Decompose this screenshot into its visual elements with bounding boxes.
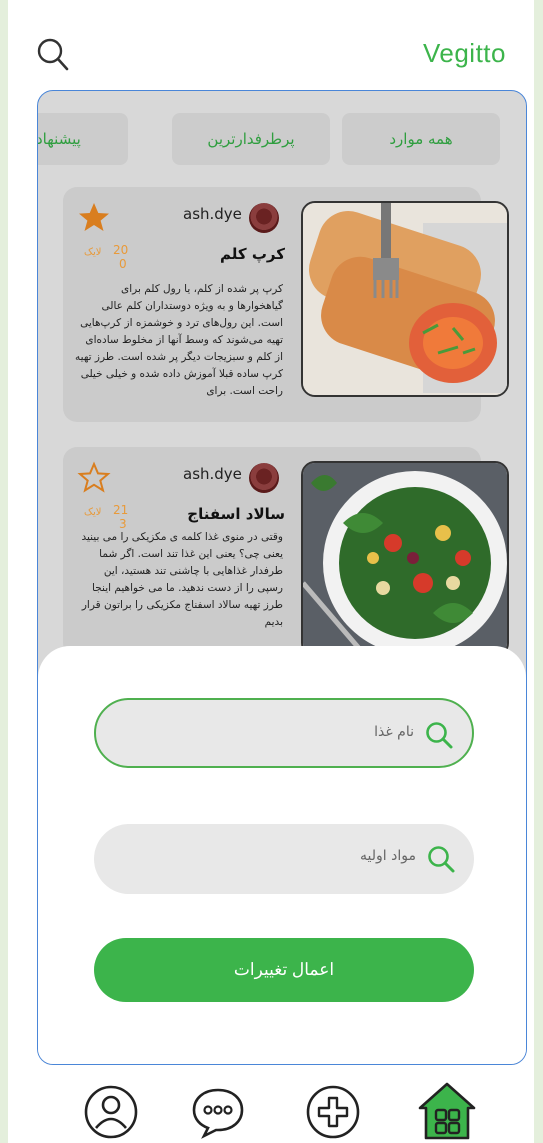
recipe-card[interactable]: ash.dye سالاد اسفناج 21 لایک 3 وقتی در م…	[63, 447, 509, 657]
user-icon[interactable]	[83, 1084, 139, 1140]
likes-label: لایک	[84, 507, 102, 518]
star-filled-icon[interactable]	[77, 201, 111, 235]
recipe-card[interactable]: ash.dye کرپ کلم 20 لایک 0 کرپ پر شده از …	[63, 187, 509, 422]
comments-count: 0	[119, 257, 127, 271]
author-name[interactable]: ash.dye	[183, 465, 242, 483]
ingredients-field[interactable]: مواد اولیه	[94, 824, 474, 894]
recipe-image[interactable]	[301, 461, 509, 657]
search-icon	[426, 722, 453, 749]
recipe-description: کرپ پر شده از کلم، یا رول کلم برای گیاهخ…	[75, 283, 283, 397]
food-name-input[interactable]	[116, 718, 372, 752]
ingredients-input[interactable]	[114, 842, 374, 876]
category-tabs: همه موارد پرطرفدارترین پیشنهاد	[38, 113, 526, 165]
likes-count: 21	[113, 503, 129, 517]
salad-photo	[303, 463, 507, 655]
recipe-image[interactable]	[301, 201, 509, 397]
recipe-description: وقتی در منوی غذا کلمه ی مکزیکی را می بین…	[81, 531, 283, 628]
search-sheet: نام غذا مواد اولیه اعمال تغییرات	[38, 646, 526, 1064]
avatar[interactable]	[249, 203, 279, 233]
food-name-field[interactable]: نام غذا	[94, 698, 474, 768]
search-icon	[428, 846, 455, 873]
food-name-placeholder: نام غذا	[374, 724, 414, 740]
likes-label: لایک	[84, 247, 102, 258]
plus-circle-icon[interactable]	[305, 1084, 361, 1140]
apply-changes-button[interactable]: اعمال تغییرات	[94, 938, 474, 1002]
crepe-photo	[303, 203, 507, 395]
app-screen: Vegitto همه موارد پرطرفدارترین پیشنهاد a…	[8, 0, 534, 1143]
chat-bubble-icon[interactable]	[190, 1084, 246, 1140]
star-outline-icon[interactable]	[77, 461, 111, 495]
tab-suggested[interactable]: پیشنهاد	[38, 113, 128, 165]
bottom-nav	[8, 1080, 534, 1143]
tab-all[interactable]: همه موارد	[342, 113, 500, 165]
content-frame: همه موارد پرطرفدارترین پیشنهاد ash.dye ک…	[37, 90, 527, 1065]
recipe-title[interactable]: کرپ کلم	[169, 245, 285, 263]
tab-popular[interactable]: پرطرفدارترین	[172, 113, 330, 165]
avatar[interactable]	[249, 463, 279, 493]
search-icon[interactable]	[34, 36, 72, 74]
brand-logo: Vegitto	[422, 38, 506, 68]
likes-count: 20	[113, 243, 129, 257]
ingredients-placeholder: مواد اولیه	[360, 848, 416, 864]
recipe-title[interactable]: سالاد اسفناج	[169, 505, 285, 523]
home-icon[interactable]	[416, 1080, 478, 1142]
author-name[interactable]: ash.dye	[183, 205, 242, 223]
